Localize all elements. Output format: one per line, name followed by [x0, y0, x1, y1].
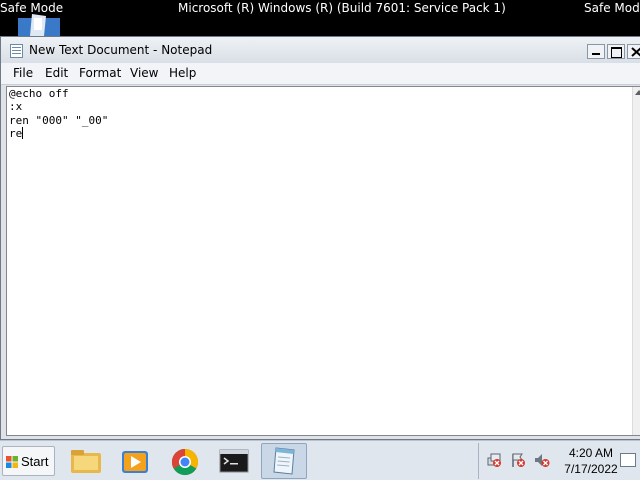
- notepad-window: New Text Document - Notepad File Edit Fo…: [0, 36, 640, 440]
- network-icon[interactable]: [486, 452, 502, 468]
- taskbar-command-prompt[interactable]: [211, 443, 257, 479]
- safe-mode-label-right: Safe Mode: [584, 1, 640, 15]
- taskbar-file-explorer[interactable]: [63, 443, 109, 479]
- editor-line: ren "000" "_00": [9, 113, 109, 127]
- close-icon: [631, 47, 640, 57]
- chrome-icon: [171, 448, 199, 476]
- text-caret: [22, 126, 24, 139]
- scroll-up-arrow-icon[interactable]: [635, 90, 640, 95]
- title-bar[interactable]: New Text Document - Notepad: [1, 37, 640, 63]
- file-explorer-icon: [71, 450, 101, 473]
- maximize-button[interactable]: [607, 44, 625, 59]
- windows-flag-icon: [6, 456, 18, 468]
- media-player-icon: [122, 451, 148, 473]
- clock-date: 7/17/2022: [564, 462, 618, 476]
- menu-format[interactable]: Format: [79, 66, 121, 80]
- windows-build-label: Microsoft (R) Windows (R) (Build 7601: S…: [178, 1, 506, 15]
- desktop: Safe Mode Microsoft (R) Windows (R) (Bui…: [0, 0, 640, 480]
- volume-icon[interactable]: [534, 452, 550, 468]
- window-title: New Text Document - Notepad: [29, 43, 213, 57]
- menu-bar: File Edit Format View Help: [1, 63, 640, 85]
- tray-separator: [478, 443, 479, 479]
- taskbar: Start 4:20 AM 7/17/2022: [0, 440, 640, 480]
- flag-icon[interactable]: [510, 452, 526, 468]
- editor-line: @echo off: [9, 87, 69, 100]
- text-editor[interactable]: @echo off:x ren "000" "_00" re: [6, 86, 640, 436]
- taskbar-media-player[interactable]: [112, 443, 158, 479]
- editor-line-current: re: [9, 126, 108, 140]
- menu-edit[interactable]: Edit: [45, 66, 68, 80]
- show-desktop-button[interactable]: [620, 453, 636, 467]
- menu-view[interactable]: View: [130, 66, 158, 80]
- clock-time: 4:20 AM: [568, 446, 614, 460]
- command-prompt-icon: [219, 449, 249, 473]
- editor-content: @echo off:x ren "000" "_00" re: [9, 87, 108, 140]
- taskbar-notepad[interactable]: [261, 443, 307, 479]
- minimize-button[interactable]: [587, 44, 605, 59]
- desktop-shortcut-icon[interactable]: [18, 14, 60, 36]
- start-label: Start: [21, 454, 49, 469]
- menu-help[interactable]: Help: [169, 66, 196, 80]
- close-button[interactable]: [627, 44, 640, 59]
- system-clock[interactable]: 4:20 AM 7/17/2022: [556, 445, 626, 477]
- vertical-scrollbar[interactable]: [632, 87, 640, 435]
- notepad-icon: [273, 447, 295, 475]
- editor-line: re: [9, 126, 23, 140]
- editor-line: :x: [9, 100, 23, 114]
- taskbar-chrome[interactable]: [162, 443, 208, 479]
- notepad-title-icon: [10, 44, 23, 58]
- start-button[interactable]: Start: [2, 446, 55, 476]
- menu-file[interactable]: File: [13, 66, 33, 80]
